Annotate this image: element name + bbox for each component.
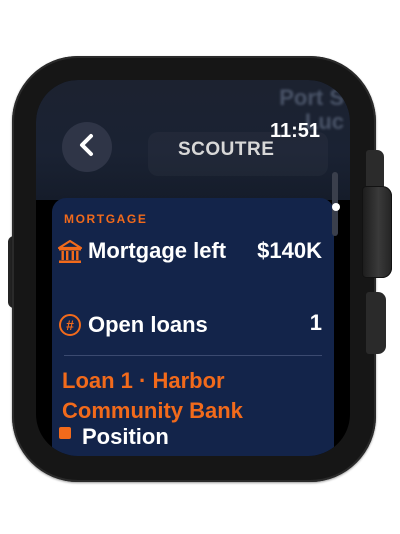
position-icon <box>58 426 72 440</box>
app-title: SCOUTRE <box>178 139 275 160</box>
row-label-mortgage-left: Mortgage left <box>88 238 227 263</box>
watch-screen: Port S Luc 11:51 SCOUTRE MORTGAGE Mortga… <box>36 80 350 456</box>
divider <box>64 355 322 356</box>
number-sign-icon: # <box>56 311 84 339</box>
watch-side-button[interactable] <box>366 292 386 354</box>
row-value-mortgage-left: $140K <box>257 238 322 263</box>
row-value-open-loans: 1 <box>309 310 322 335</box>
chevron-left-icon <box>78 133 96 162</box>
row-label-open-loans: Open loans <box>88 312 208 337</box>
bank-icon <box>56 238 84 266</box>
back-button[interactable] <box>62 122 112 172</box>
status-time: 11:51 <box>269 120 320 142</box>
row-label-position: Position <box>82 424 169 449</box>
section-label-mortgage: MORTGAGE <box>64 212 148 226</box>
watch-stage: Port S Luc 11:51 SCOUTRE MORTGAGE Mortga… <box>0 0 400 534</box>
mortgage-card[interactable]: MORTGAGE Mortgage left $140K # Open loan… <box>52 198 334 456</box>
digital-crown[interactable] <box>362 186 392 278</box>
scroll-indicator <box>332 203 340 211</box>
loan-title[interactable]: Loan 1 · Harbor Community Bank <box>62 366 332 426</box>
